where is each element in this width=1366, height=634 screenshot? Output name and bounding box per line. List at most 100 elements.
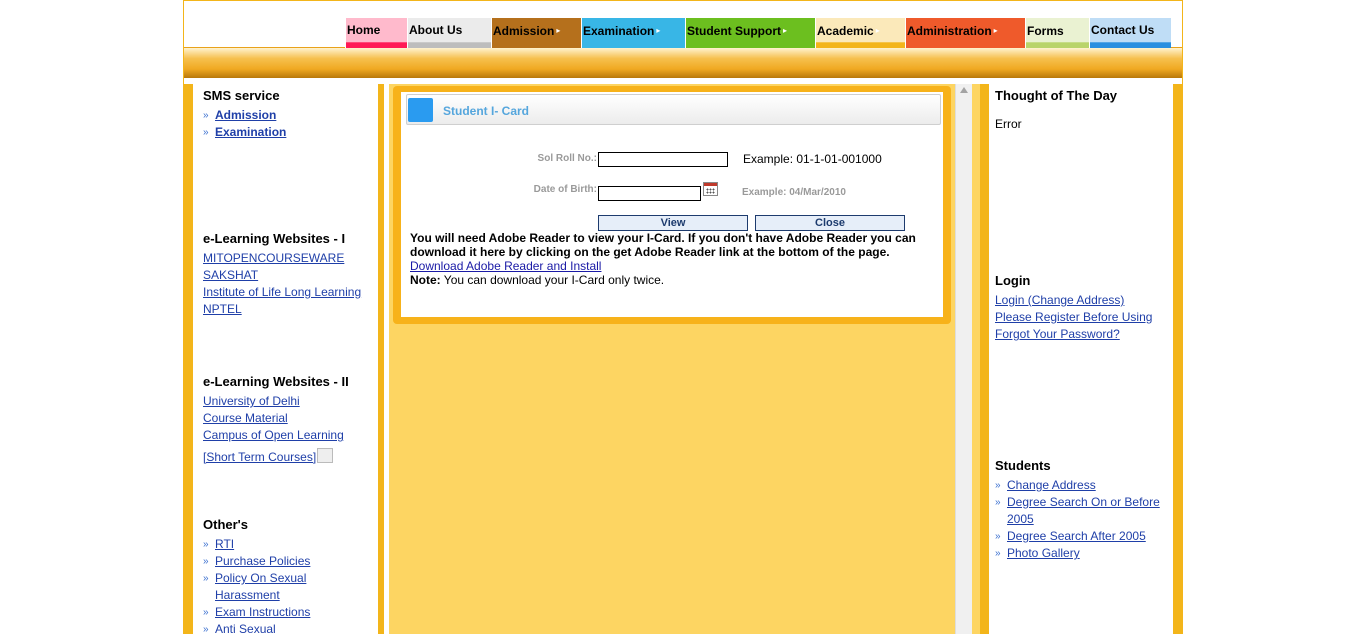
forgot-password-link[interactable]: Forgot Your Password?	[995, 326, 1152, 343]
thought-title: Thought of The Day	[995, 88, 1118, 103]
nav-label: Academic	[817, 24, 874, 38]
course-material-link[interactable]: Course Material	[203, 410, 344, 427]
nav-item-academic[interactable]: Academic ▸	[815, 18, 905, 48]
sakshat-link[interactable]: SAKSHAT	[203, 267, 361, 284]
dob-input[interactable]	[598, 186, 701, 201]
nptel-link[interactable]: NPTEL	[203, 301, 361, 318]
icard-panel-body: Student I- Card Sol Roll No.: Example: 0…	[401, 92, 943, 317]
header: Home About Us Admission ▸ Examination ▸ Studen…	[184, 0, 1182, 48]
exam-instructions-link[interactable]: Exam Instructions	[215, 604, 373, 621]
page-wrapper: Home About Us Admission ▸ Examination ▸ Studen…	[183, 0, 1183, 634]
header-band	[184, 48, 1182, 78]
nav-item-contact-us[interactable]: Contact Us	[1089, 18, 1171, 48]
nav-item-home[interactable]: Home	[345, 18, 407, 48]
bullet-arrow-icon: »	[203, 110, 209, 121]
list-item: » RTI	[203, 536, 373, 553]
adobe-note-text: You will need Adobe Reader to view your …	[410, 231, 916, 259]
center-scrollbar[interactable]	[955, 84, 972, 634]
bullet-arrow-icon: »	[995, 480, 1001, 491]
short-term-row: [Short Term Courses]	[203, 448, 344, 466]
campus-open-learning-link[interactable]: Campus of Open Learning	[203, 427, 344, 444]
list-item: » Degree Search After 2005	[995, 528, 1165, 545]
panel-header-icon	[408, 98, 433, 122]
elearning-2-links: University of Delhi Course Material Camp…	[203, 393, 344, 466]
chevron-right-icon: ▸	[556, 26, 561, 35]
roll-number-input[interactable]	[598, 152, 728, 167]
bullet-arrow-icon: »	[203, 556, 209, 567]
thought-text: Error	[995, 117, 1022, 131]
nav-item-about-us[interactable]: About Us	[407, 18, 491, 48]
bullet-arrow-icon: »	[203, 624, 209, 634]
list-item: » Purchase Policies	[203, 553, 373, 570]
nav-item-student-support[interactable]: Student Support ▸	[685, 18, 815, 48]
nav-label: Examination	[583, 24, 655, 38]
list-item: » Policy On Sexual Harassment	[203, 570, 373, 604]
short-term-courses-link[interactable]: [Short Term Courses]	[203, 449, 316, 466]
list-item: » Anti Sexual	[203, 621, 373, 634]
bullet-arrow-icon: »	[203, 607, 209, 618]
nav-label: Contact Us	[1091, 23, 1155, 37]
elearning-1-links: MITOPENCOURSEWARE SAKSHAT Institute of L…	[203, 250, 361, 318]
dob-example: Example: 04/Mar/2010	[742, 187, 846, 198]
institute-lifelong-learning-link[interactable]: Institute of Life Long Learning	[203, 284, 361, 301]
nav-item-examination[interactable]: Examination ▸	[581, 18, 685, 48]
photo-gallery-link[interactable]: Photo Gallery	[1007, 545, 1165, 562]
list-item: » Examination	[203, 124, 286, 141]
login-change-address-link[interactable]: Login (Change Address)	[995, 292, 1152, 309]
bullet-arrow-icon: »	[203, 127, 209, 138]
close-button[interactable]: Close	[755, 215, 905, 231]
bullet-arrow-icon: »	[203, 573, 209, 584]
login-links: Login (Change Address) Please Register B…	[995, 292, 1152, 343]
degree-search-after-2005-link[interactable]: Degree Search After 2005	[1007, 528, 1165, 545]
adobe-note: You will need Adobe Reader to view your …	[410, 231, 925, 287]
panel-title: Student I- Card	[443, 104, 529, 118]
calendar-icon[interactable]	[703, 182, 718, 196]
university-of-delhi-link[interactable]: University of Delhi	[203, 393, 344, 410]
login-title: Login	[995, 273, 1031, 288]
bullet-arrow-icon: »	[995, 497, 1001, 508]
view-button[interactable]: View	[598, 215, 748, 231]
rti-link[interactable]: RTI	[215, 536, 373, 553]
nav-label: Home	[347, 23, 381, 37]
change-address-link[interactable]: Change Address	[1007, 477, 1165, 494]
register-link[interactable]: Please Register Before Using	[995, 309, 1152, 326]
nav-item-administration[interactable]: Administration ▸	[905, 18, 1025, 48]
chevron-right-icon: ▸	[993, 26, 998, 35]
scroll-up-arrow-icon[interactable]	[960, 87, 968, 93]
note-label: Note:	[410, 273, 441, 287]
nav-item-forms[interactable]: Forms	[1025, 18, 1089, 48]
elearning-2-title: e-Learning Websites - II	[203, 374, 349, 389]
dob-label: Date of Birth:	[533, 184, 597, 195]
sexual-harassment-policy-link[interactable]: Policy On Sexual Harassment	[215, 570, 373, 604]
main-nav: Home About Us Admission ▸ Examination ▸ Studen…	[345, 18, 1171, 48]
others-title: Other's	[203, 517, 248, 532]
list-item: » Change Address	[995, 477, 1165, 494]
roll-number-label: Sol Roll No.:	[537, 153, 597, 164]
note-text: You can download your I-Card only twice.	[443, 273, 665, 287]
nav-label: Forms	[1027, 24, 1064, 38]
mitopencourseware-link[interactable]: MITOPENCOURSEWARE	[203, 250, 361, 267]
list-item: » Photo Gallery	[995, 545, 1165, 562]
sms-examination-link[interactable]: Examination	[215, 125, 286, 139]
nav-label: Administration	[907, 24, 992, 38]
download-adobe-link[interactable]: Download Adobe Reader and Install	[410, 259, 601, 273]
nav-label: Admission	[493, 24, 555, 38]
nav-label: About Us	[409, 23, 463, 37]
students-list: » Change Address » Degree Search On or Bef…	[995, 477, 1165, 562]
list-item: » Admission	[203, 107, 286, 124]
anti-sexual-link[interactable]: Anti Sexual	[215, 621, 373, 634]
nav-item-admission[interactable]: Admission ▸	[491, 18, 581, 48]
nav-label: Student Support	[687, 24, 781, 38]
elearning-1-title: e-Learning Websites - I	[203, 231, 346, 246]
degree-search-before-2005-link[interactable]: Degree Search On or Before 2005	[1007, 494, 1165, 528]
list-item: » Exam Instructions	[203, 604, 373, 621]
purchase-policies-link[interactable]: Purchase Policies	[215, 553, 373, 570]
right-sidebar: Thought of The Day Error Login Login (Ch…	[980, 84, 1182, 634]
chevron-right-icon: ▸	[875, 26, 880, 35]
bullet-arrow-icon: »	[995, 548, 1001, 559]
chevron-right-icon: ▸	[656, 26, 661, 35]
sms-admission-link[interactable]: Admission	[215, 108, 276, 122]
icard-panel: Student I- Card Sol Roll No.: Example: 0…	[393, 86, 951, 324]
bullet-arrow-icon: »	[995, 531, 1001, 542]
roll-number-example: Example: 01-1-01-001000	[743, 152, 882, 166]
